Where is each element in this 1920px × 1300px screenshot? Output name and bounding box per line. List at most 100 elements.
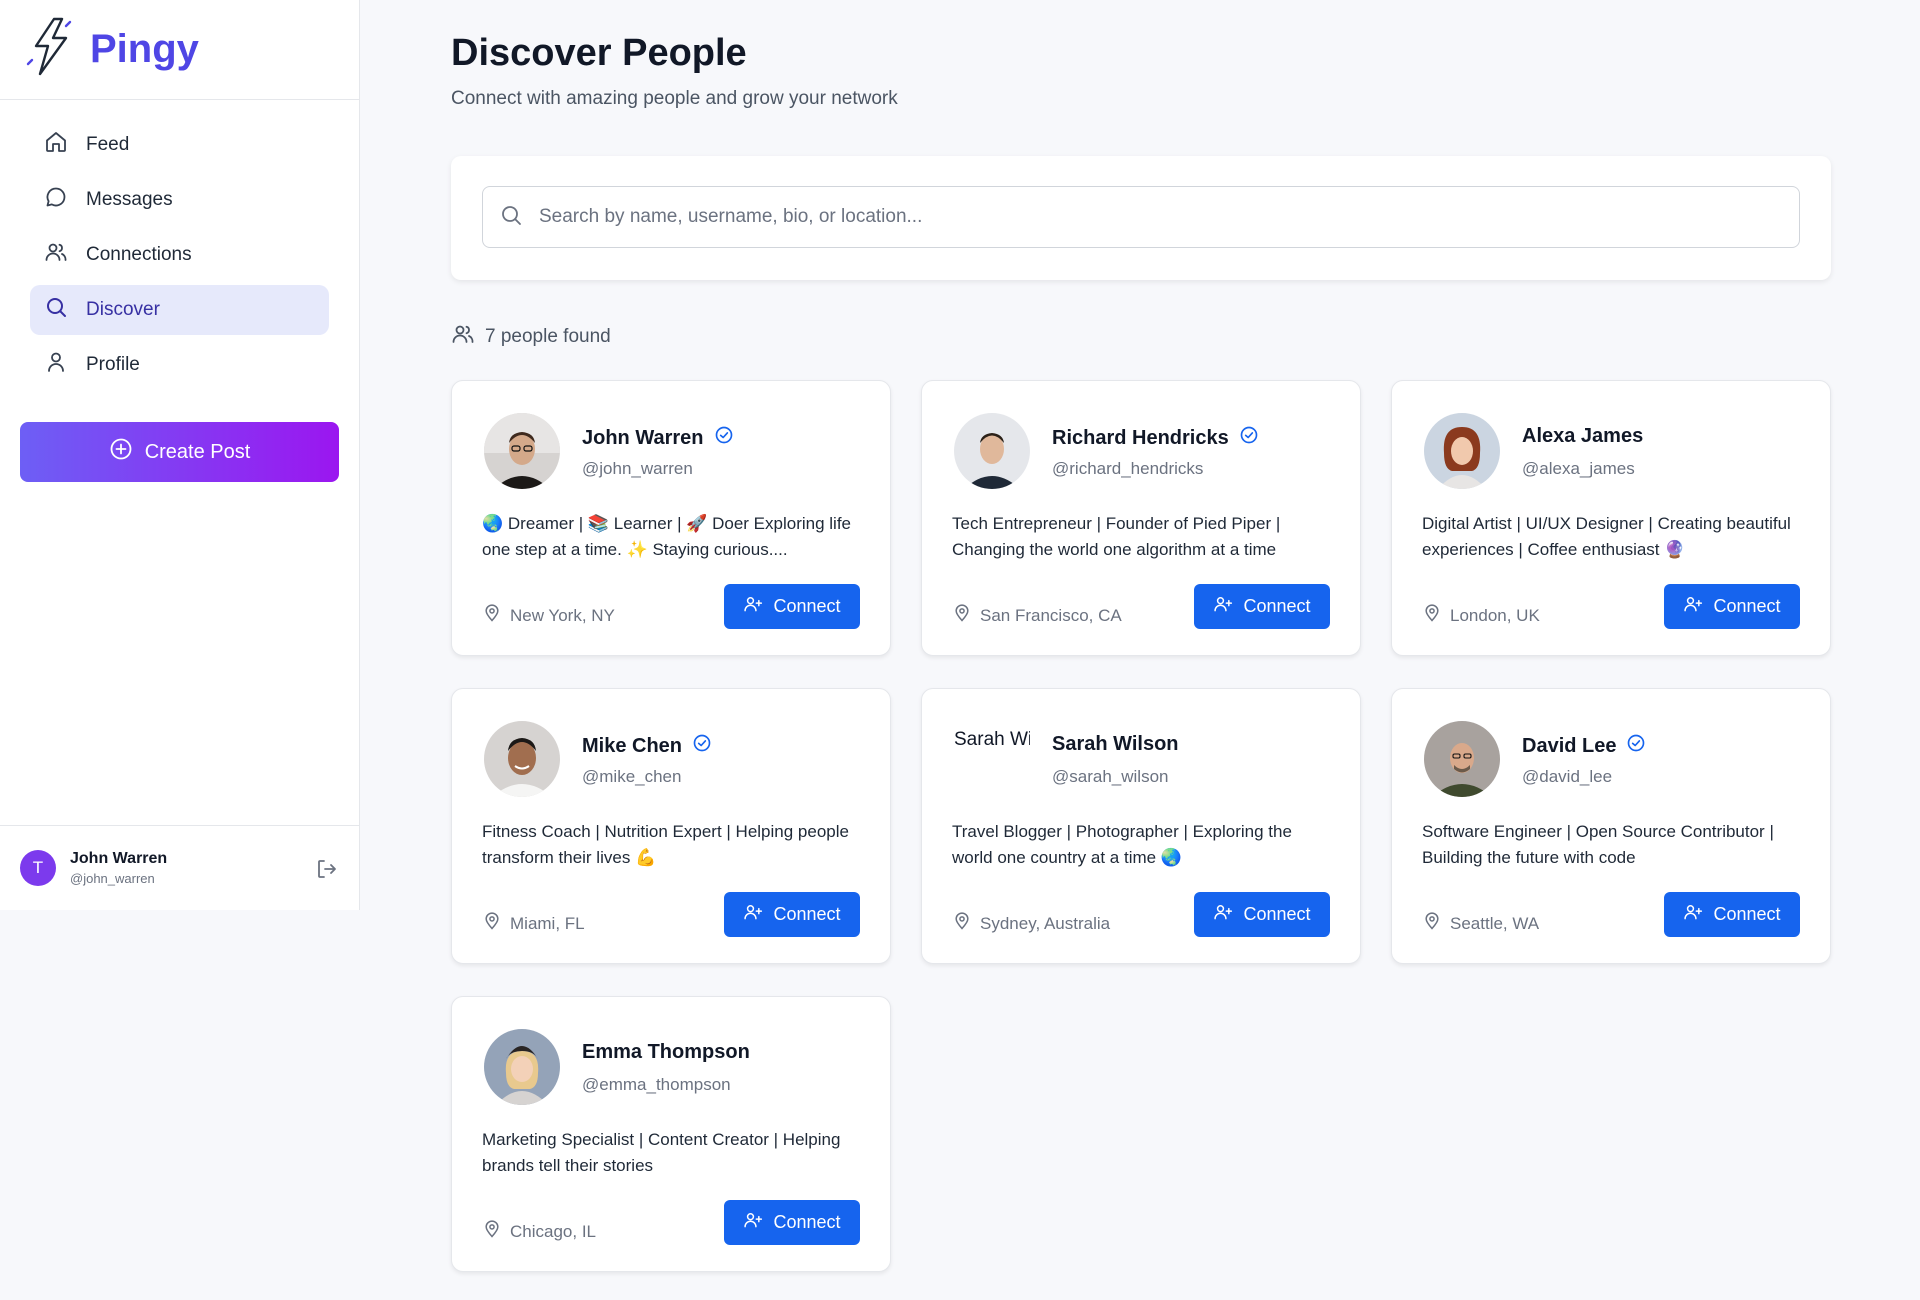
map-pin-icon (952, 911, 972, 936)
person-name[interactable]: David Lee (1522, 735, 1616, 758)
user-plus-icon (743, 902, 763, 927)
sidebar-item-messages[interactable]: Messages (30, 175, 329, 225)
person-location: New York, NY (482, 603, 615, 628)
plus-circle-icon (109, 437, 133, 467)
connect-button[interactable]: Connect (724, 584, 860, 629)
person-name[interactable]: Mike Chen (582, 735, 682, 758)
sidebar-item-profile[interactable]: Profile (30, 340, 329, 390)
person-card: Richard Hendricks @richard_hendricks Tec… (921, 380, 1361, 656)
person-handle: @sarah_wilson (1052, 767, 1169, 786)
person-bio: 🌏 Dreamer | 📚 Learner | 🚀 Doer Exploring… (482, 514, 852, 559)
person-bio: Digital Artist | UI/UX Designer | Creati… (1422, 514, 1791, 559)
brand[interactable]: Pingy (0, 0, 359, 100)
search-icon (44, 295, 68, 325)
person-card: David Lee @david_lee Software Engineer |… (1391, 688, 1831, 964)
verified-badge-icon (1239, 425, 1259, 451)
person-name[interactable]: John Warren (582, 427, 704, 450)
sidebar-item-label: Messages (86, 189, 173, 210)
search-input[interactable] (539, 206, 1799, 228)
person-location-label: Chicago, IL (510, 1221, 596, 1241)
avatar[interactable] (484, 1029, 560, 1105)
person-handle: @emma_thompson (582, 1075, 731, 1094)
search-box[interactable] (482, 186, 1800, 248)
page-title: Discover People (451, 32, 747, 74)
person-name[interactable]: Sarah Wilson (1052, 733, 1179, 756)
user-plus-icon (1213, 594, 1233, 619)
person-bio: Fitness Coach | Nutrition Expert | Helpi… (482, 822, 849, 867)
person-name[interactable]: Richard Hendricks (1052, 427, 1229, 450)
app-name: Pingy (90, 27, 199, 71)
sidebar-item-feed[interactable]: Feed (30, 120, 329, 170)
map-pin-icon (1422, 911, 1442, 936)
avatar[interactable] (1424, 413, 1500, 489)
person-handle: @david_lee (1522, 767, 1613, 786)
map-pin-icon (482, 603, 502, 628)
person-bio: Travel Blogger | Photographer | Explorin… (952, 822, 1292, 867)
person-card: John Warren @john_warren 🌏 Dreamer | 📚 L… (451, 380, 891, 656)
person-location: Chicago, IL (482, 1219, 596, 1244)
user-plus-icon (1213, 902, 1233, 927)
avatar[interactable] (484, 721, 560, 797)
user-plus-icon (1683, 902, 1703, 927)
avatar-alt-text: Sarah Wilson (954, 729, 1030, 750)
person-card: Emma Thompson @emma_thompson Marketing S… (451, 996, 891, 1272)
person-location: London, UK (1422, 603, 1540, 628)
connect-button[interactable]: Connect (1664, 892, 1800, 937)
connect-label: Connect (773, 596, 841, 616)
avatar[interactable] (484, 413, 560, 489)
connect-button[interactable]: Connect (724, 892, 860, 937)
users-icon (44, 240, 68, 270)
current-user-handle: @john_warren (70, 871, 155, 886)
sidebar-item-discover[interactable]: Discover (30, 285, 329, 335)
person-name[interactable]: Emma Thompson (582, 1041, 750, 1064)
sidebar-item-label: Profile (86, 354, 140, 375)
message-icon (44, 185, 68, 215)
connect-label: Connect (1713, 596, 1781, 616)
person-card: Mike Chen @mike_chen Fitness Coach | Nut… (451, 688, 891, 964)
person-location-label: London, UK (1450, 605, 1540, 625)
user-plus-icon (743, 594, 763, 619)
connect-label: Connect (1243, 904, 1311, 924)
search-card (451, 156, 1831, 280)
person-handle: @alexa_james (1522, 459, 1635, 478)
sidebar-nav: Feed Messages Connections Discover Profi… (0, 100, 359, 390)
connect-label: Connect (773, 1212, 841, 1232)
verified-badge-icon (692, 733, 712, 759)
avatar[interactable] (954, 413, 1030, 489)
sidebar: Pingy Feed Messages Connections Discover (0, 0, 360, 910)
person-location-label: Seattle, WA (1450, 913, 1540, 933)
map-pin-icon (482, 911, 502, 936)
person-location: Miami, FL (482, 911, 585, 936)
sidebar-item-label: Discover (86, 299, 160, 320)
users-icon (451, 322, 475, 352)
person-card: Sarah Wilson Sarah Wilson @sarah_wilson … (921, 688, 1361, 964)
person-handle: @richard_hendricks (1052, 459, 1204, 478)
person-location-label: San Francisco, CA (980, 605, 1122, 625)
map-pin-icon (952, 603, 972, 628)
map-pin-icon (482, 1219, 502, 1244)
person-location-label: Miami, FL (510, 913, 585, 933)
connect-button[interactable]: Connect (724, 1200, 860, 1245)
avatar-broken-image[interactable]: Sarah Wilson (954, 721, 1030, 797)
create-post-button[interactable]: Create Post (20, 422, 339, 482)
person-name[interactable]: Alexa James (1522, 425, 1643, 448)
home-icon (44, 130, 68, 160)
person-bio: Software Engineer | Open Source Contribu… (1422, 822, 1774, 867)
connect-label: Connect (1713, 904, 1781, 924)
results-count-label: 7 people found (485, 326, 611, 347)
logout-icon[interactable] (315, 857, 339, 881)
connect-button[interactable]: Connect (1194, 584, 1330, 629)
people-grid: John Warren @john_warren 🌏 Dreamer | 📚 L… (451, 380, 1831, 1272)
sidebar-item-connections[interactable]: Connections (30, 230, 329, 280)
connect-button[interactable]: Connect (1194, 892, 1330, 937)
user-plus-icon (1683, 594, 1703, 619)
page-subtitle: Connect with amazing people and grow you… (451, 88, 898, 109)
avatar[interactable] (1424, 721, 1500, 797)
person-location: San Francisco, CA (952, 603, 1122, 628)
avatar[interactable]: T (20, 850, 56, 886)
create-post-label: Create Post (144, 440, 251, 463)
sidebar-item-label: Feed (86, 134, 130, 155)
current-user-panel: T John Warren @john_warren (0, 825, 359, 910)
person-location-label: New York, NY (510, 605, 615, 625)
connect-button[interactable]: Connect (1664, 584, 1800, 629)
